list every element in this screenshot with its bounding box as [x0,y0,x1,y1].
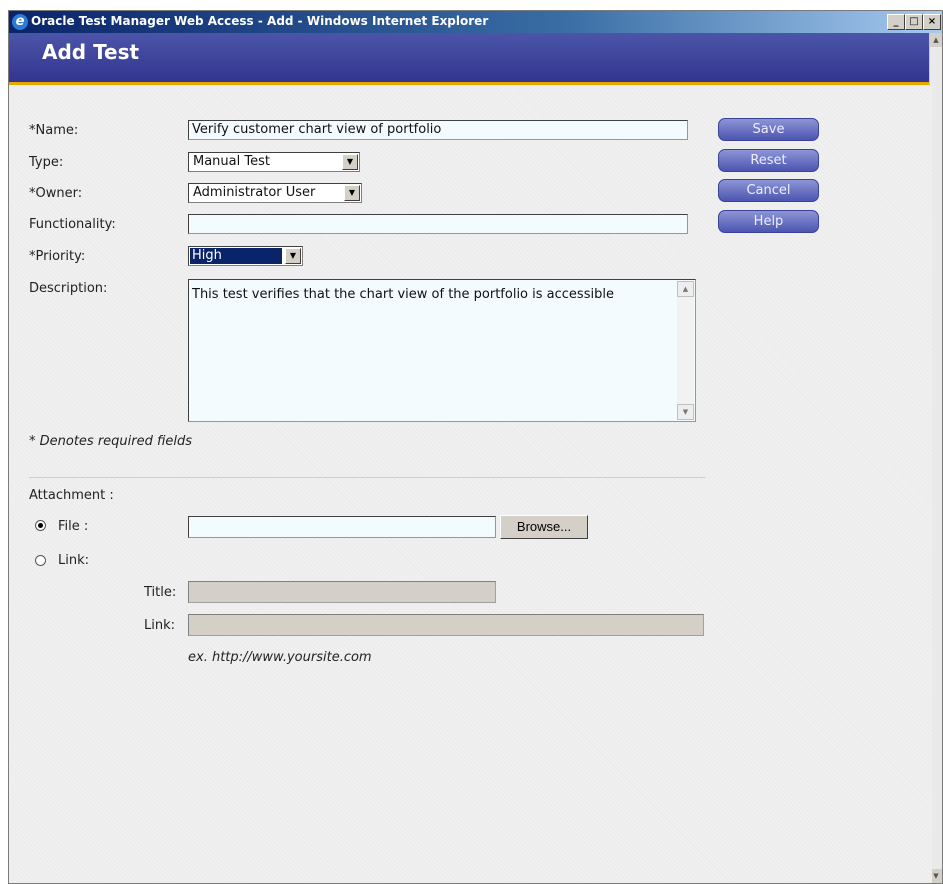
title-bar: e Oracle Test Manager Web Access - Add -… [9,11,942,33]
link-radio[interactable] [35,555,46,566]
file-option-label: File : [58,519,89,534]
scroll-up-icon[interactable]: ▲ [677,281,694,297]
chevron-down-icon[interactable]: ▼ [285,248,301,264]
type-select[interactable]: Manual Test ▼ [188,152,360,172]
title-label: Title: [144,585,177,600]
title-input[interactable] [188,581,496,603]
minimize-button[interactable]: _ [887,14,905,30]
link-label: Link: [144,618,176,633]
file-path-input[interactable] [188,516,496,538]
functionality-label: Functionality: [29,217,116,232]
file-radio[interactable] [35,520,46,531]
close-button[interactable]: × [923,14,941,30]
browser-window: e Oracle Test Manager Web Access - Add -… [8,10,943,884]
priority-select[interactable]: High ▼ [188,246,303,266]
owner-select[interactable]: Administrator User ▼ [188,183,362,203]
reset-button[interactable]: Reset [718,149,819,172]
link-input[interactable] [188,614,704,636]
link-option-label: Link: [58,553,90,568]
window-title: Oracle Test Manager Web Access - Add - W… [31,14,489,28]
priority-value: High [190,248,282,264]
description-scrollbar[interactable]: ▲ ▼ [677,281,694,420]
save-button[interactable]: Save [718,118,819,141]
page-title: Add Test [42,40,140,64]
type-value: Manual Test [193,154,270,169]
functionality-input[interactable] [188,214,688,234]
chevron-down-icon[interactable]: ▼ [344,185,360,201]
required-fields-note: * Denotes required fields [29,434,193,449]
link-example: ex. http://www.yoursite.com [188,650,372,665]
name-input[interactable]: Verify customer chart view of portfolio [188,120,688,140]
browse-button[interactable]: Browse... [500,515,588,539]
priority-label: *Priority: [29,249,86,264]
owner-value: Administrator User [193,185,316,200]
form-area: *Name: Verify customer chart view of por… [9,86,932,883]
section-divider [29,477,706,478]
chevron-down-icon[interactable]: ▼ [342,154,358,170]
scroll-down-icon[interactable]: ▼ [677,404,694,420]
maximize-button[interactable]: □ [905,14,923,30]
internet-explorer-icon: e [12,14,28,30]
page-header: Add Test [9,33,932,85]
description-text: This test verifies that the chart view o… [192,287,614,302]
description-textarea[interactable]: This test verifies that the chart view o… [188,279,696,422]
scroll-up-icon[interactable]: ▲ [930,33,942,47]
help-button[interactable]: Help [718,210,819,233]
attachment-label: Attachment : [29,488,114,503]
description-label: Description: [29,281,108,296]
cancel-button[interactable]: Cancel [718,179,819,202]
type-label: Type: [29,155,64,170]
name-label: *Name: [29,123,79,138]
owner-label: *Owner: [29,186,83,201]
